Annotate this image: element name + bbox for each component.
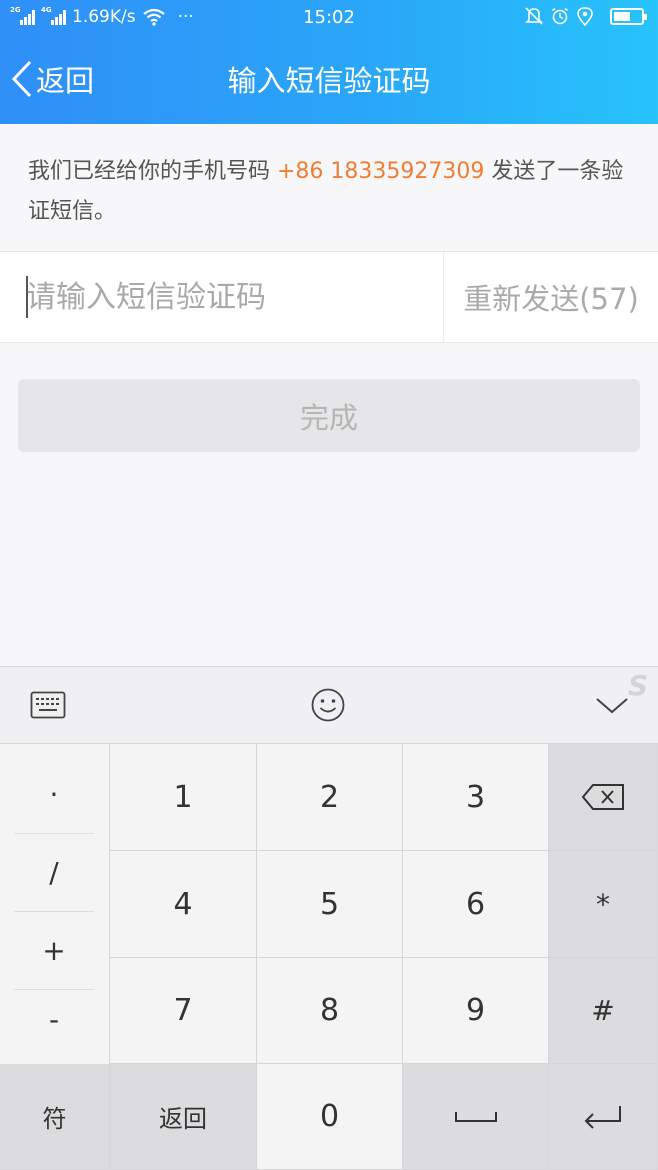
space-key[interactable]: [403, 1064, 549, 1170]
key-5[interactable]: 5: [257, 851, 403, 958]
location-icon: [577, 7, 593, 26]
key-star[interactable]: *: [549, 851, 658, 958]
text-caret: [26, 276, 28, 318]
symbols-key[interactable]: 符: [0, 1064, 110, 1170]
key-1[interactable]: 1: [110, 744, 257, 851]
info-prefix: 我们已经给你的手机号码: [28, 159, 277, 184]
keyboard-back-key[interactable]: 返回: [110, 1064, 257, 1170]
smiley-icon: [311, 688, 345, 722]
phone-number: +86 18335927309: [277, 159, 485, 184]
chevron-down-icon: [596, 698, 628, 714]
enter-key[interactable]: [549, 1064, 658, 1170]
space-icon: [454, 1111, 497, 1122]
key-dot[interactable]: ·: [14, 756, 94, 834]
resend-button[interactable]: 重新发送(57): [443, 252, 658, 342]
page-title: 输入短信验证码: [227, 64, 431, 98]
backspace-key[interactable]: [549, 744, 658, 851]
app-header: 2G 4G 1.69K/s ··· 15:02 返回 输入短信验证码: [0, 0, 658, 124]
alarm-clock-icon: [552, 7, 568, 25]
ime-logo-icon: S: [628, 669, 649, 702]
chevron-left-icon: [11, 60, 32, 98]
key-0[interactable]: 0: [257, 1064, 403, 1170]
battery-icon: [610, 7, 647, 25]
backspace-icon: [581, 784, 624, 810]
symbol-column: · / + -: [0, 744, 110, 1064]
key-7[interactable]: 7: [110, 958, 257, 1064]
done-button[interactable]: 完成: [18, 379, 640, 452]
mute-bell-icon: [525, 7, 543, 25]
keyboard-icon: [30, 691, 66, 719]
status-bar: 2G 4G 1.69K/s ··· 15:02: [0, 0, 658, 36]
key-hash[interactable]: #: [549, 958, 658, 1064]
key-3[interactable]: 3: [403, 744, 549, 851]
key-6[interactable]: 6: [403, 851, 549, 958]
key-8[interactable]: 8: [257, 958, 403, 1064]
key-4[interactable]: 4: [110, 851, 257, 958]
keyboard-switch-button[interactable]: [26, 683, 70, 727]
nav-bar: 返回 输入短信验证码: [0, 36, 658, 124]
verification-row: 重新发送(57): [0, 251, 658, 343]
verification-code-input[interactable]: [26, 252, 436, 342]
keyboard-toolbar: S: [0, 666, 658, 744]
emoji-button[interactable]: [306, 683, 350, 727]
enter-icon: [584, 1105, 621, 1129]
sms-sent-info: 我们已经给你的手机号码 +86 18335927309 发送了一条验证短信。: [28, 152, 628, 232]
numeric-keyboard: · / + - 1 2 3 4 5 6 * 7 8 9 # 符 返回 0: [0, 744, 658, 1170]
status-right: [524, 6, 647, 26]
key-minus[interactable]: -: [14, 980, 94, 1058]
key-plus[interactable]: +: [14, 912, 94, 990]
key-2[interactable]: 2: [257, 744, 403, 851]
back-button[interactable]: 返回: [10, 56, 94, 102]
key-9[interactable]: 9: [403, 958, 549, 1064]
back-button-label: 返回: [36, 64, 95, 98]
key-slash[interactable]: /: [14, 834, 94, 912]
